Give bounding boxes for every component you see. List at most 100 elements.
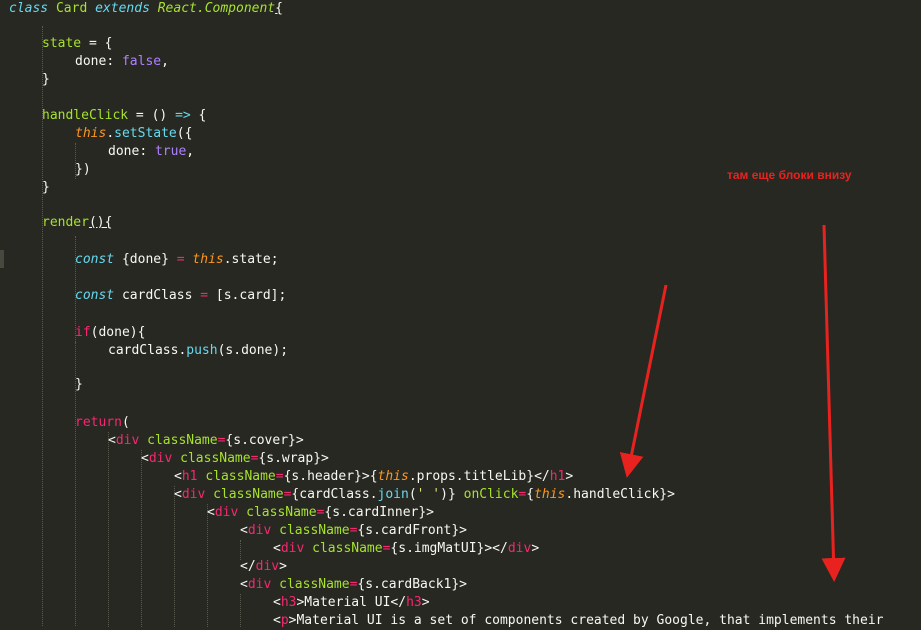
token-tag: p xyxy=(280,613,289,628)
token-class: class xyxy=(9,1,49,16)
code-line: }) xyxy=(75,161,91,179)
token-brace: { xyxy=(275,1,283,16)
token-tag: h3 xyxy=(406,595,422,610)
indent-guide xyxy=(240,540,242,560)
token-tag: h3 xyxy=(280,595,297,610)
token-equals: = xyxy=(275,469,284,484)
indent-guide xyxy=(108,432,110,627)
code-line: } xyxy=(42,179,50,197)
token-extends: extends xyxy=(95,1,150,16)
token-tag: div xyxy=(507,541,532,556)
token-handleclick: handleClick xyxy=(42,108,129,123)
token-tag: div xyxy=(255,559,280,574)
indent-guide xyxy=(174,486,176,627)
token-tag: div xyxy=(115,433,140,448)
token-expr: {cardClass. xyxy=(291,487,378,502)
token-expr: {s.cover} xyxy=(225,433,296,448)
token-lt: < xyxy=(240,577,248,592)
code-line: handleClick = () => { xyxy=(42,107,206,125)
token-text: >Material UI is a set of components crea… xyxy=(288,613,884,628)
code-line: this.setState({ xyxy=(75,125,192,143)
code-line: return( xyxy=(75,414,130,432)
token-gt: > xyxy=(531,541,540,556)
code-line: if(done){ xyxy=(75,324,145,342)
token-return: return xyxy=(75,415,122,430)
token-comma: , xyxy=(186,144,195,159)
token-comma: , xyxy=(161,54,169,69)
token-attr: className xyxy=(205,469,276,484)
token-gt: > xyxy=(565,469,574,484)
code-line: <p>Material UI is a set of components cr… xyxy=(273,612,883,630)
code-line: </div> xyxy=(240,558,287,576)
token-this: this xyxy=(377,469,409,484)
token-attr: onClick xyxy=(463,487,519,502)
indent-guide xyxy=(75,342,77,362)
indent-guide xyxy=(240,594,242,627)
code-line: <div className={s.cover}> xyxy=(108,432,304,450)
code-line: <h3>Material UI</h3> xyxy=(273,594,430,612)
token-expr: .props.titleLib} xyxy=(408,469,535,484)
token-lt: < xyxy=(273,595,281,610)
token-this: this xyxy=(192,252,224,267)
token-attr: className xyxy=(147,433,218,448)
token-lt: < xyxy=(174,469,182,484)
code-line: render(){ xyxy=(42,214,112,232)
token-var: cardClass. xyxy=(108,343,187,358)
token-setstate: setState xyxy=(114,126,177,141)
code-line: <div className={s.cardBack1}> xyxy=(240,576,467,594)
token-text: >Material UI</ xyxy=(296,595,407,610)
code-line: state = { xyxy=(42,35,112,53)
token-tag: div xyxy=(148,451,173,466)
token-expr: {s.wrap} xyxy=(258,451,322,466)
token-dot: . xyxy=(106,126,115,141)
token-const: const xyxy=(75,288,115,303)
token-lt: < xyxy=(273,613,281,628)
token-lt: < xyxy=(273,541,281,556)
token-cond: (done){ xyxy=(90,325,146,340)
token-expr: {s.cardFront} xyxy=(357,523,460,538)
token-close: }) xyxy=(75,162,91,177)
token-attr: className xyxy=(279,523,350,538)
code-line: const cardClass = [s.card]; xyxy=(75,287,286,305)
current-line-marker xyxy=(0,250,4,268)
token-attr: className xyxy=(180,451,251,466)
token-this: this xyxy=(75,126,107,141)
token-const: const xyxy=(75,252,115,267)
token-attr: className xyxy=(246,505,317,520)
token-superclass: React.Component xyxy=(157,1,276,16)
token-colon: : xyxy=(106,54,122,69)
token-expr: {s.cardBack1} xyxy=(357,577,460,592)
token-lt: < xyxy=(108,433,116,448)
token-lt: </ xyxy=(534,469,550,484)
token-tag: h1 xyxy=(181,469,198,484)
token-close: )} xyxy=(440,487,456,502)
token-gt: > xyxy=(295,433,304,448)
token-array: [s.card]; xyxy=(208,288,287,303)
token-state-access: .state; xyxy=(223,252,279,267)
token-gt: > xyxy=(361,469,370,484)
token-render: render xyxy=(42,215,89,230)
token-tag: div xyxy=(181,487,206,502)
token-prop: done xyxy=(75,54,107,69)
code-editor[interactable]: class Card extends React.Component{ stat… xyxy=(0,0,921,630)
token-prop: done xyxy=(108,144,140,159)
token-args: (s.done); xyxy=(217,343,289,358)
code-line: <div className={s.cardInner}> xyxy=(207,504,434,522)
token-attr: className xyxy=(213,487,284,502)
token-expr: {s.imgMatUI} xyxy=(390,541,485,556)
code-line: cardClass.push(s.done); xyxy=(108,342,288,360)
token-brace: } xyxy=(42,72,50,87)
token-paren: (){ xyxy=(88,215,113,230)
token-expr: {s.header} xyxy=(283,469,362,484)
token-gt: > xyxy=(667,487,675,502)
token-brace: { xyxy=(526,487,535,502)
code-line: done: false, xyxy=(75,53,169,71)
